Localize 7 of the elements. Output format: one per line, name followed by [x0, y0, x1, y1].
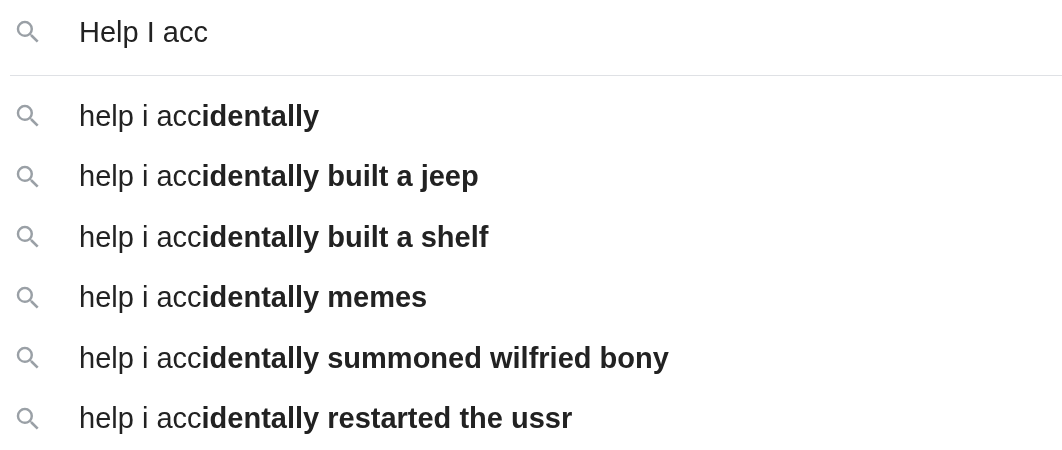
suggestion-item[interactable]: help i accidentally built a jeep [79, 160, 479, 194]
suggestion-item[interactable]: help i accidentally memes [79, 281, 428, 315]
suggestion-item[interactable]: help i accidentally built a shelf [79, 220, 489, 254]
suggestion-item[interactable]: help i accidentally summoned wilfried bony [79, 341, 669, 375]
suggestion-item[interactable]: help i accidentally restarted the ussr [79, 402, 573, 436]
search-field[interactable]: Help I acc [79, 12, 1062, 52]
suggestion-item[interactable]: help i accidentally [79, 99, 320, 133]
